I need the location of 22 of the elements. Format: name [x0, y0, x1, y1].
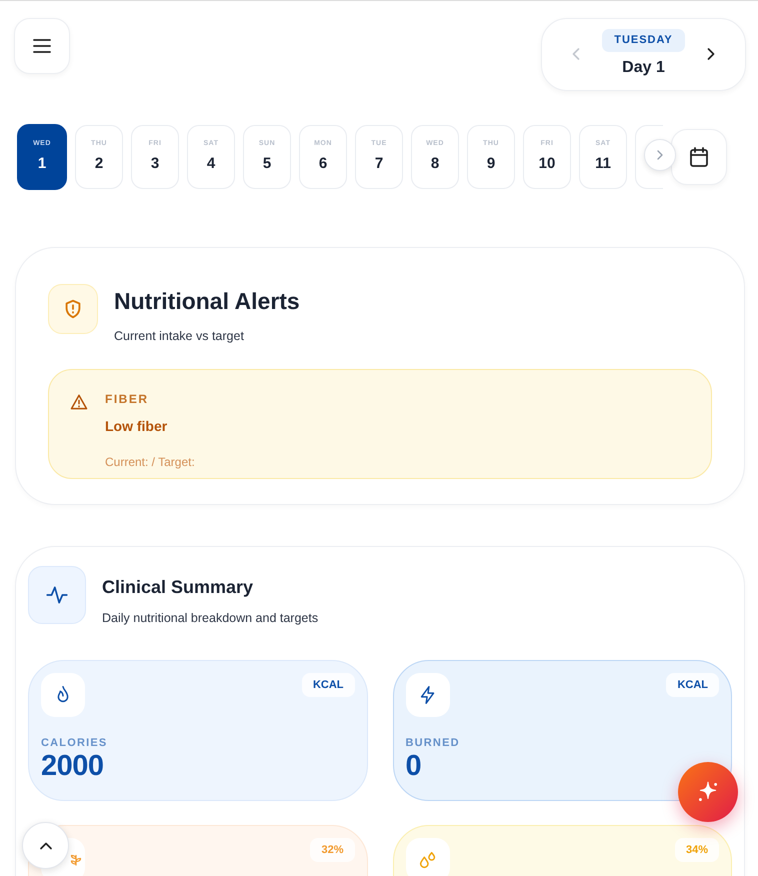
calendar-icon	[687, 145, 711, 169]
warning-icon	[69, 392, 89, 412]
weekday-label: TUESDAY	[602, 29, 685, 52]
metric-value: 2000	[41, 751, 105, 784]
panel-title: Clinical Summary	[102, 576, 254, 599]
metric-label: BURNED	[406, 736, 461, 751]
unit-tag: KCAL	[302, 672, 354, 698]
metric-value: 0	[406, 751, 422, 784]
calendar-button[interactable]	[671, 129, 727, 185]
unit-tag: KCAL	[666, 672, 719, 698]
panel-title: Nutritional Alerts	[114, 287, 300, 316]
menu-button[interactable]	[14, 18, 70, 74]
metric-label: CALORIES	[41, 736, 108, 751]
unit-tag: 34%	[674, 838, 719, 862]
alert-message: Low fiber	[105, 417, 168, 436]
panel-subtitle: Daily nutritional breakdown and targets	[102, 610, 318, 627]
alert-category: FIBER	[105, 391, 150, 408]
alert-detail: Current: / Target:	[105, 454, 195, 472]
unit-tag: 32%	[310, 838, 354, 862]
day-title: Day 1	[622, 58, 665, 78]
panel-subtitle: Current intake vs target	[114, 328, 245, 345]
grain-icon	[70, 854, 82, 866]
